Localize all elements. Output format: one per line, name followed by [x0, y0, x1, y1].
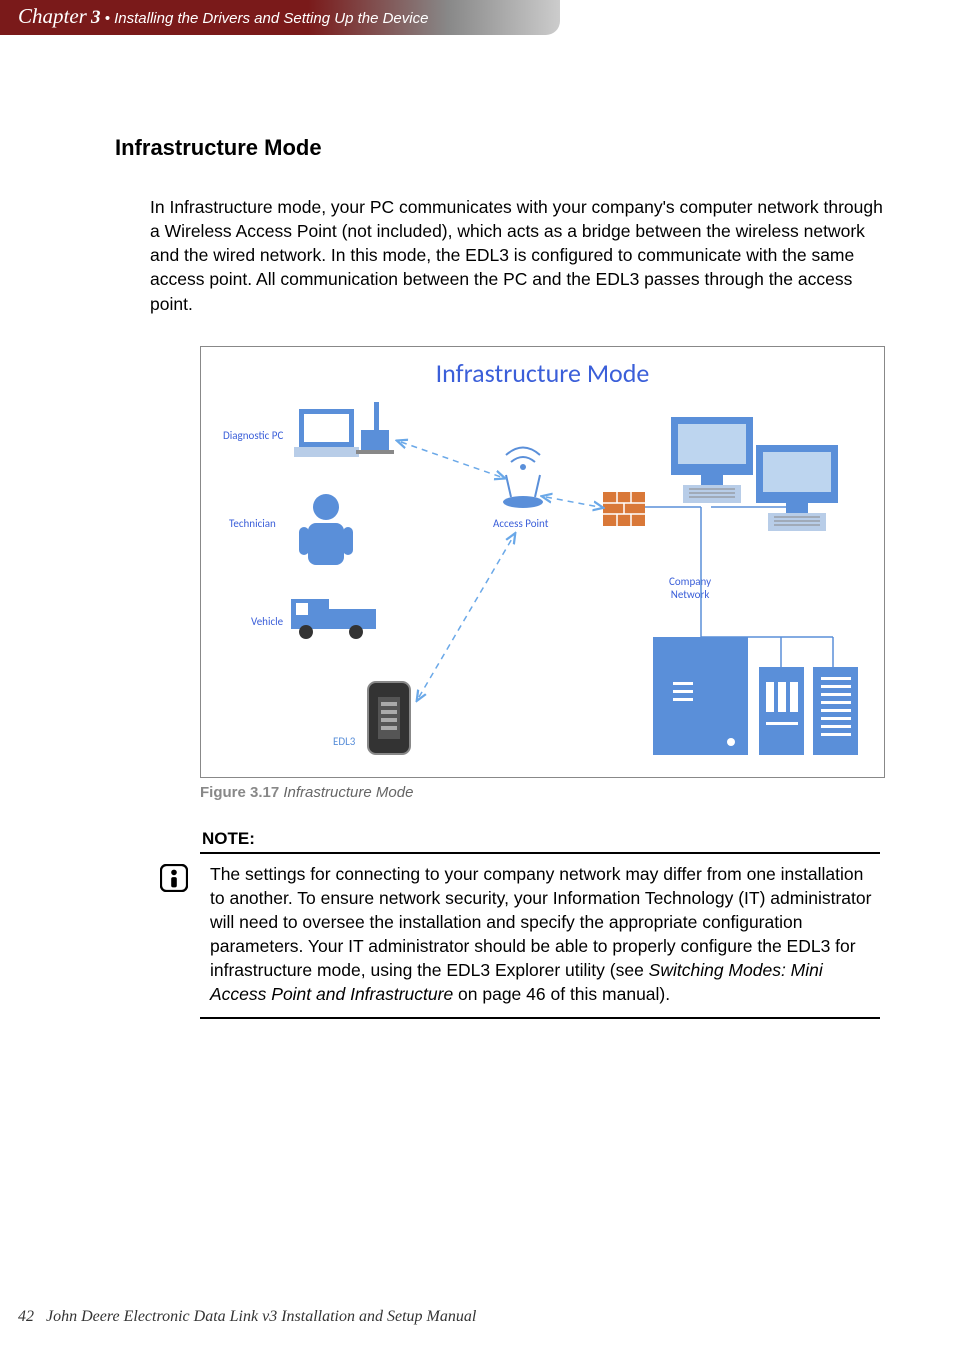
chapter-title: Installing the Drivers and Setting Up th… — [114, 10, 428, 27]
note-block: NOTE: The settings for connecting to you… — [200, 829, 880, 1019]
figure-diagram: Infrastructure Mode Diagnostic PC Techni… — [200, 346, 885, 778]
note-text-part-2: on page 46 of this manual). — [453, 984, 670, 1004]
server-tower-icon-2 — [813, 667, 858, 755]
server-tower-icon — [759, 667, 804, 755]
note-label: NOTE: — [202, 829, 880, 849]
access-point-icon — [503, 447, 543, 508]
vehicle-icon — [291, 599, 376, 639]
footer-title: John Deere Electronic Data Link v3 Insta… — [46, 1308, 476, 1325]
note-bottom-rule — [200, 1017, 880, 1019]
chapter-tab: Chapter 3 • Installing the Drivers and S… — [0, 0, 560, 35]
server-rack-icon — [653, 637, 748, 755]
desktop-pc-icon — [671, 417, 753, 503]
technician-icon — [299, 494, 353, 565]
figure-number: Figure 3.17 — [200, 784, 279, 801]
figure-caption: Figure 3.17 Infrastructure Mode — [200, 784, 887, 801]
page-number: 42 — [18, 1308, 34, 1325]
note-top-rule — [200, 852, 880, 854]
chapter-number: 3 — [91, 7, 101, 28]
figure-container: Infrastructure Mode Diagnostic PC Techni… — [200, 346, 887, 801]
body-paragraph: In Infrastructure mode, your PC communic… — [150, 195, 887, 316]
desktop-pc-icon-2 — [756, 445, 838, 531]
section-heading: Infrastructure Mode — [115, 135, 887, 161]
page-footer: 42 John Deere Electronic Data Link v3 In… — [18, 1308, 476, 1326]
figure-caption-title: Infrastructure Mode — [283, 784, 413, 801]
connection-line — [401, 442, 501, 477]
diagnostic-pc-icon — [294, 402, 394, 457]
connection-line — [419, 537, 513, 697]
connection-line — [546, 497, 599, 507]
info-icon — [160, 864, 190, 897]
edl3-icon — [368, 682, 410, 754]
chapter-separator: • — [105, 10, 110, 27]
chapter-word: Chapter — [18, 4, 87, 28]
firewall-icon — [603, 492, 645, 526]
note-text: The settings for connecting to your comp… — [210, 862, 880, 1007]
